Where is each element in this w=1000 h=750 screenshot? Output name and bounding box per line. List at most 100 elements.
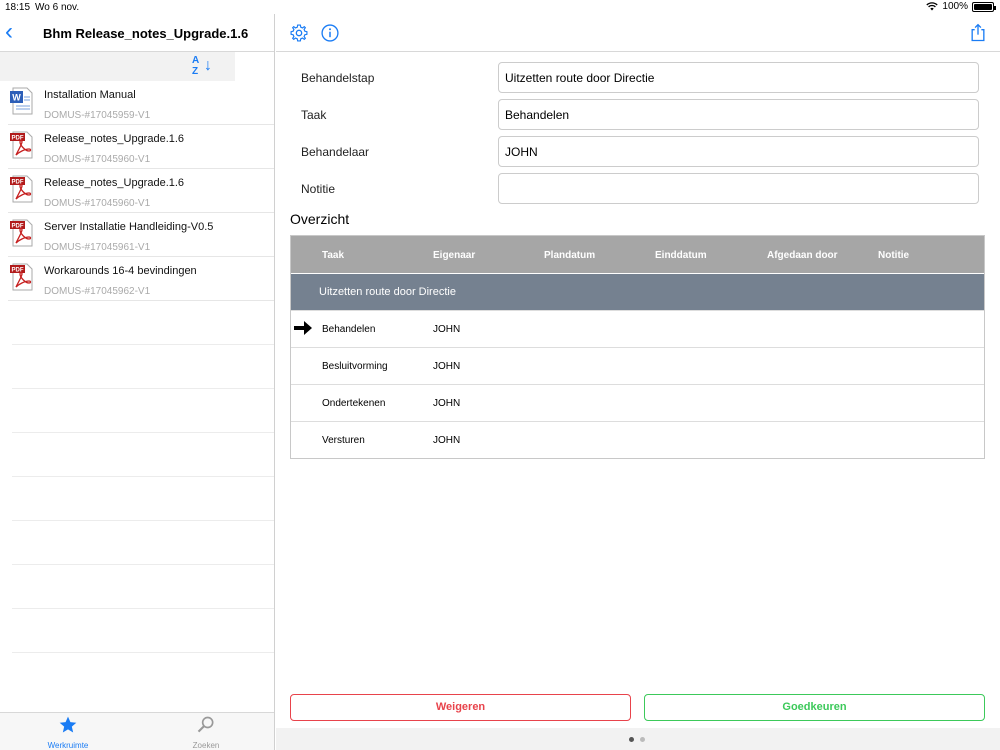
file-name: Release_notes_Upgrade.1.6 bbox=[44, 177, 185, 189]
left-nav-bar: ‹ Bhm Release_notes_Upgrade.1.6 bbox=[0, 14, 274, 52]
pdf-icon: PDF bbox=[10, 219, 33, 247]
table-row[interactable]: Versturen JOHN bbox=[291, 421, 984, 458]
behandelaar-field[interactable]: JOHN bbox=[498, 136, 979, 167]
sort-bar: AZ ↓ bbox=[0, 52, 235, 81]
behandelstap-field[interactable]: Uitzetten route door Directie bbox=[498, 62, 979, 93]
file-id: DOMUS-#17045962-V1 bbox=[44, 286, 151, 297]
cell-eigenaar: JOHN bbox=[433, 398, 461, 409]
column-header[interactable]: Eigenaar bbox=[433, 250, 475, 261]
file-list: W Installation Manual DOMUS-#17045959-V1 PD… bbox=[0, 81, 274, 653]
file-id: DOMUS-#17045960-V1 bbox=[44, 198, 151, 209]
cell-eigenaar: JOHN bbox=[433, 361, 461, 372]
reject-button[interactable]: Weigeren bbox=[290, 694, 631, 721]
sort-letters: AZ bbox=[192, 55, 200, 77]
battery-icon bbox=[972, 1, 996, 12]
overview-table: Taak Eigenaar Plandatum Einddatum Afgedaan d… bbox=[290, 235, 985, 459]
tab-zoeken[interactable]: Zoeken bbox=[171, 715, 241, 750]
svg-text:W: W bbox=[12, 93, 21, 103]
status-date: Wo 6 nov. bbox=[35, 2, 80, 13]
battery-fill bbox=[974, 3, 992, 10]
file-list-item[interactable]: W Installation Manual DOMUS-#17045959-V1 bbox=[8, 81, 274, 125]
document-title: Bhm Release_notes_Upgrade.1.6 bbox=[43, 26, 249, 41]
column-header[interactable]: Taak bbox=[322, 250, 344, 261]
tab-werkruimte[interactable]: Werkruimte bbox=[33, 715, 103, 750]
wifi-icon bbox=[926, 2, 939, 11]
column-header[interactable]: Afgedaan door bbox=[767, 250, 838, 261]
table-group-row[interactable]: Uitzetten route door Directie bbox=[291, 273, 984, 310]
file-name: Workarounds 16-4 bevindingen bbox=[44, 265, 197, 277]
file-name: Release_notes_Upgrade.1.6 bbox=[44, 133, 185, 145]
search-icon bbox=[197, 716, 214, 733]
overview-title: Overzicht bbox=[290, 211, 350, 227]
pdf-icon: PDF bbox=[10, 131, 33, 159]
tab-bar: Werkruimte Zoeken bbox=[0, 712, 274, 750]
empty-list-row bbox=[12, 565, 274, 609]
current-step-arrow-icon bbox=[294, 321, 312, 335]
approve-button[interactable]: Goedkeuren bbox=[644, 694, 985, 721]
info-icon[interactable] bbox=[320, 23, 340, 43]
cell-taak: Behandelen bbox=[322, 324, 376, 335]
file-id: DOMUS-#17045960-V1 bbox=[44, 154, 151, 165]
file-id: DOMUS-#17045959-V1 bbox=[44, 110, 151, 121]
empty-list-row bbox=[12, 345, 274, 389]
sort-az-icon[interactable]: AZ ↓ bbox=[192, 55, 218, 79]
main-panel: Behandelstap Uitzetten route door Direct… bbox=[276, 14, 1000, 750]
status-time: 18:15 bbox=[5, 2, 31, 13]
file-list-item[interactable]: PDF Release_notes_Upgrade.1.6 DOMUS-#17045… bbox=[8, 169, 274, 213]
pdf-icon: PDF bbox=[10, 263, 33, 291]
gear-icon[interactable] bbox=[289, 23, 309, 43]
column-header[interactable]: Einddatum bbox=[655, 250, 707, 261]
form-row-behandelaar: Behandelaar JOHN bbox=[276, 136, 1000, 173]
word-doc-icon: W bbox=[10, 87, 33, 115]
table-row[interactable]: Ondertekenen JOHN bbox=[291, 384, 984, 421]
share-icon[interactable] bbox=[968, 23, 988, 43]
file-name: Installation Manual bbox=[44, 89, 136, 101]
column-header[interactable]: Plandatum bbox=[544, 250, 595, 261]
form-row-behandelstap: Behandelstap Uitzetten route door Direct… bbox=[276, 62, 1000, 99]
page-dot[interactable] bbox=[640, 737, 645, 742]
empty-list-row bbox=[12, 301, 274, 345]
column-header[interactable]: Notitie bbox=[878, 250, 909, 261]
table-row[interactable]: Behandelen JOHN bbox=[291, 310, 984, 347]
status-bar: 18:15 Wo 6 nov. 100% bbox=[0, 0, 1000, 14]
table-body: Behandelen JOHN Besluitvorming JOHN Ondertek… bbox=[291, 310, 984, 458]
notitie-field[interactable] bbox=[498, 173, 979, 204]
file-list-item[interactable]: PDF Server Installatie Handleiding-V0.5 DO… bbox=[8, 213, 274, 257]
empty-list-row bbox=[12, 389, 274, 433]
behandelstap-label: Behandelstap bbox=[301, 71, 375, 85]
group-label: Uitzetten route door Directie bbox=[319, 286, 456, 298]
empty-list-row bbox=[12, 521, 274, 565]
empty-list-row bbox=[12, 609, 274, 653]
cell-taak: Besluitvorming bbox=[322, 361, 388, 372]
form-row-notitie: Notitie bbox=[276, 173, 1000, 210]
taak-field[interactable]: Behandelen bbox=[498, 99, 979, 130]
cell-eigenaar: JOHN bbox=[433, 435, 461, 446]
empty-list-row bbox=[12, 433, 274, 477]
file-id: DOMUS-#17045961-V1 bbox=[44, 242, 151, 253]
main-nav-bar bbox=[276, 14, 1000, 52]
table-row[interactable]: Besluitvorming JOHN bbox=[291, 347, 984, 384]
tab-label-werkruimte: Werkruimte bbox=[47, 741, 89, 750]
empty-list-row bbox=[12, 477, 274, 521]
cell-taak: Versturen bbox=[322, 435, 365, 446]
table-header: Taak Eigenaar Plandatum Einddatum Afgedaan d… bbox=[291, 236, 984, 273]
file-list-item[interactable]: PDF Release_notes_Upgrade.1.6 DOMUS-#17045… bbox=[8, 125, 274, 169]
cell-eigenaar: JOHN bbox=[433, 324, 461, 335]
behandelaar-label: Behandelaar bbox=[301, 145, 370, 159]
page-indicator bbox=[276, 728, 1000, 750]
status-right: 100% bbox=[926, 1, 996, 12]
star-icon bbox=[59, 716, 77, 733]
file-name: Server Installatie Handleiding-V0.5 bbox=[44, 221, 214, 233]
taak-label: Taak bbox=[301, 108, 327, 122]
sort-arrow-icon: ↓ bbox=[204, 57, 212, 74]
left-panel: ‹ Bhm Release_notes_Upgrade.1.6 AZ ↓ W In… bbox=[0, 14, 275, 750]
pdf-icon: PDF bbox=[10, 175, 33, 203]
tab-label-zoeken: Zoeken bbox=[192, 741, 220, 750]
battery-percent: 100% bbox=[942, 1, 968, 12]
back-chevron-icon[interactable]: ‹ bbox=[5, 20, 13, 44]
page-dot-active[interactable] bbox=[629, 737, 634, 742]
cell-taak: Ondertekenen bbox=[322, 398, 386, 409]
form-row-taak: Taak Behandelen bbox=[276, 99, 1000, 136]
task-form: Behandelstap Uitzetten route door Direct… bbox=[276, 62, 1000, 210]
file-list-item[interactable]: PDF Workarounds 16-4 bevindingen DOMUS-#17… bbox=[8, 257, 274, 301]
